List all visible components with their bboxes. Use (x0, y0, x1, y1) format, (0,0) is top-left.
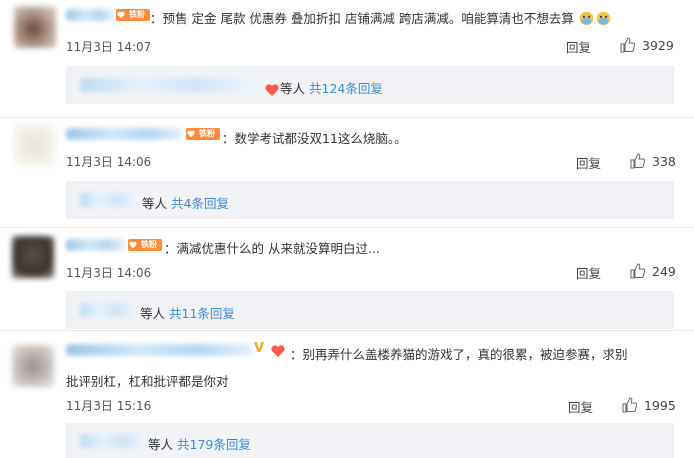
heart-icon (187, 130, 195, 138)
sub-reply-users (80, 434, 146, 448)
username[interactable] (66, 344, 252, 356)
avatar[interactable] (12, 345, 54, 387)
sub-replies[interactable]: 等人 共124条回复 (66, 66, 674, 104)
avatar[interactable] (14, 124, 56, 166)
heart-icon (129, 241, 137, 249)
username[interactable] (66, 9, 114, 21)
reply-button[interactable]: 回复 (566, 37, 591, 56)
fan-badge-label: 铁粉 (129, 10, 145, 19)
sub-reply-suffix: 等人 (142, 196, 168, 211)
username[interactable] (66, 239, 124, 251)
view-replies-link[interactable]: 共4条回复 (171, 196, 229, 211)
like-count: 249 (652, 264, 676, 279)
like-count: 3929 (642, 38, 674, 53)
fan-badge: 铁粉 (128, 239, 162, 251)
thumbs-up-icon (622, 397, 638, 413)
doge-icon (595, 10, 612, 30)
fan-heart-icon (264, 83, 280, 100)
like-count: 1995 (644, 398, 676, 413)
comment-text-line-2: 批评别杠，杠和批评都是你对 (66, 374, 229, 389)
username[interactable] (66, 128, 182, 140)
like-button[interactable]: 249 (630, 263, 676, 279)
view-replies-link[interactable]: 共11条回复 (169, 306, 235, 321)
like-count: 338 (652, 154, 676, 169)
sub-reply-summary: 等人 共124条回复 (264, 78, 383, 100)
fan-heart-icon (270, 343, 286, 362)
like-button[interactable]: 3929 (620, 37, 674, 53)
fan-badge: 铁粉 (186, 128, 220, 140)
comment-text-line-1: ：别再弄什么盖楼养猫的游戏了，真的很累，被迫参赛，求别 (290, 347, 628, 362)
comment-date: 11月3日 15:16 (66, 399, 152, 413)
view-replies-link[interactable]: 共124条回复 (309, 81, 383, 96)
sub-reply-suffix: 等人 (140, 306, 166, 321)
sub-reply-suffix: 等人 (280, 81, 306, 96)
avatar[interactable] (12, 236, 54, 278)
sub-reply-summary: 等人 共11条回复 (140, 303, 235, 322)
comment-text-content: ：预售 定金 尾款 优惠券 叠加折扣 店铺满减 跨店满减。咱能算清也不想去算 (150, 11, 574, 26)
comment-text: ：预售 定金 尾款 优惠券 叠加折扣 店铺满减 跨店满减。咱能算清也不想去算 (150, 8, 612, 30)
like-button[interactable]: 1995 (622, 397, 676, 413)
comment-date: 11月3日 14:07 (66, 40, 152, 54)
divider (0, 227, 694, 228)
fan-badge: 铁粉 (116, 9, 150, 21)
sub-reply-users (80, 193, 138, 207)
reply-button[interactable]: 回复 (576, 153, 601, 172)
fan-badge-label: 铁粉 (199, 129, 215, 138)
sub-reply-summary: 等人 共179条回复 (148, 434, 251, 453)
reply-button[interactable]: 回复 (568, 397, 593, 416)
reply-button[interactable]: 回复 (576, 263, 601, 282)
doge-icon (578, 10, 595, 30)
sub-replies[interactable]: 等人 共179条回复 (66, 423, 674, 458)
fan-badge-label: 铁粉 (141, 240, 157, 249)
thumbs-up-icon (630, 263, 646, 279)
vip-mark: V (254, 341, 265, 356)
comment-text: ：数学考试都没双11这么烧脑。。 (222, 131, 407, 146)
sub-reply-users (80, 78, 258, 92)
sub-reply-summary: 等人 共4条回复 (142, 193, 229, 212)
like-button[interactable]: 338 (630, 153, 676, 169)
sub-reply-users (80, 303, 136, 317)
comment-date: 11月3日 14:06 (66, 266, 152, 280)
avatar[interactable] (14, 6, 56, 48)
comment-text: ：满减优惠什么的 从来就没算明白过... (164, 241, 380, 256)
heart-icon (117, 11, 125, 19)
divider (0, 330, 694, 331)
thumbs-up-icon (620, 37, 636, 53)
divider (0, 117, 694, 118)
thumbs-up-icon (630, 153, 646, 169)
comment-date: 11月3日 14:06 (66, 155, 152, 169)
view-replies-link[interactable]: 共179条回复 (177, 437, 251, 452)
sub-reply-suffix: 等人 (148, 437, 174, 452)
sub-replies[interactable]: 等人 共11条回复 (66, 291, 674, 329)
sub-replies[interactable]: 等人 共4条回复 (66, 181, 674, 219)
